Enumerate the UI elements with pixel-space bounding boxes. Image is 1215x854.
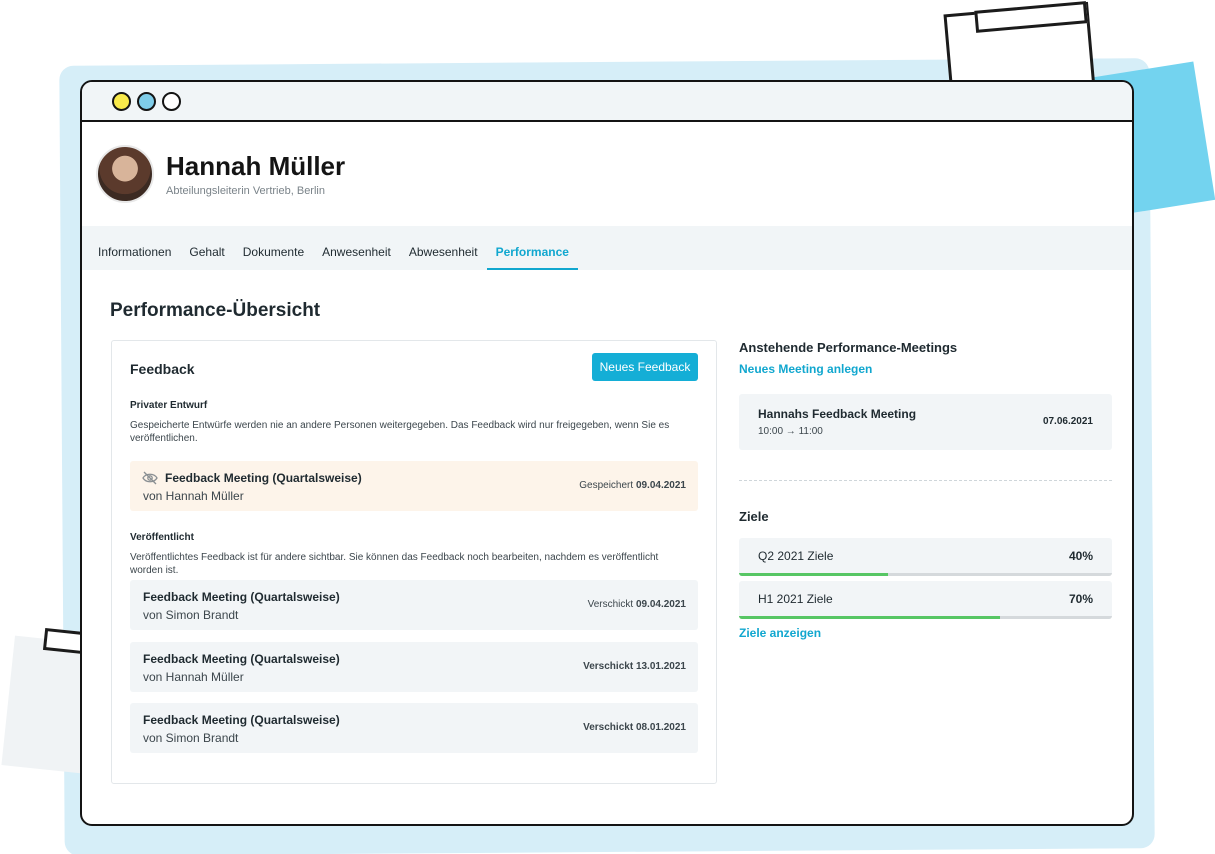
meeting-date: 07.06.2021 [1042,416,1093,427]
meetings-title: Anstehende Performance-Meetings [739,340,958,355]
feedback-item-title: Feedback Meeting (Quartalsweise) [143,590,340,604]
status-date: 09.04.2021 [635,599,686,610]
goal-percent: 70% [1068,592,1093,606]
feedback-item-status: Verschickt 08.01.2021 [583,722,686,733]
app-window: Hannah Müller Abteilungsleiterin Vertrie… [80,80,1134,826]
published-feedback-item[interactable]: Feedback Meeting (Quartalsweise) von Sim… [130,580,698,630]
goal-percent: 40% [1068,549,1093,563]
goal-progress-fill [739,616,1001,619]
status-date: 13.01.2021 [635,661,686,672]
feedback-item-author: von Simon Brandt [143,731,239,745]
meeting-time: 10:00 → 11:00 [758,426,823,437]
draft-feedback-item[interactable]: Feedback Meeting (Quartalsweise) von Han… [130,461,698,511]
goal-progress-track [739,616,1112,619]
goal-progress-fill [739,573,889,576]
profile-info: Hannah Müller Abteilungsleiterin Vertrie… [166,151,345,197]
tab-gehalt[interactable]: Gehalt [180,245,233,270]
goal-item[interactable]: Q2 2021 Ziele 40% [739,538,1112,576]
decorative-clip-left [42,627,86,655]
status-prefix: Verschickt [583,722,634,733]
feedback-title: Feedback [130,361,195,377]
meeting-card[interactable]: Hannahs Feedback Meeting 10:00 → 11:00 0… [739,394,1112,450]
feedback-card: Feedback Neues Feedback Privater Entwurf… [111,340,717,784]
status-prefix: Verschickt [583,661,634,672]
profile-header: Hannah Müller Abteilungsleiterin Vertrie… [82,122,1132,226]
goals-title: Ziele [739,509,769,524]
window-maximize-dot[interactable] [162,91,181,111]
status-prefix: Gespeichert [579,480,634,491]
new-meeting-link[interactable]: Neues Meeting anlegen [739,362,872,376]
published-feedback-item[interactable]: Feedback Meeting (Quartalsweise) von Han… [130,642,698,692]
feedback-item-author: von Hannah Müller [143,670,244,684]
tab-bar: Informationen Gehalt Dokumente Anwesenhe… [82,226,1132,270]
goal-item[interactable]: H1 2021 Ziele 70% [739,581,1112,619]
tab-informationen[interactable]: Informationen [89,245,180,270]
feedback-item-author: von Hannah Müller [143,489,244,503]
avatar [96,145,154,203]
window-close-dot[interactable] [112,91,131,111]
goal-label: Q2 2021 Ziele [758,549,834,563]
profile-subtitle: Abteilungsleiterin Vertrieb, Berlin [166,185,325,197]
status-prefix: Verschickt [587,599,634,610]
page-title: Performance-Übersicht [110,300,321,321]
goal-progress-track [739,573,1112,576]
main-content: Performance-Übersicht Feedback Neues Fee… [82,270,1132,824]
published-description: Veröffentlichtes Feedback ist für andere… [130,552,659,576]
feedback-item-title: Feedback Meeting (Quartalsweise) [165,471,362,485]
feedback-item-author: von Simon Brandt [143,608,239,622]
profile-name: Hannah Müller [166,151,346,181]
window-minimize-dot[interactable] [137,91,156,111]
feedback-item-status: Verschickt 13.01.2021 [583,661,686,672]
published-feedback-item[interactable]: Feedback Meeting (Quartalsweise) von Sim… [130,703,698,753]
section-divider [739,480,1112,481]
goal-label: H1 2021 Ziele [758,592,833,606]
feedback-item-title: Feedback Meeting (Quartalsweise) [143,713,340,727]
draft-heading: Privater Entwurf [130,400,208,411]
feedback-item-title: Feedback Meeting (Quartalsweise) [143,652,340,666]
tab-dokumente[interactable]: Dokumente [234,245,313,270]
show-goals-link[interactable]: Ziele anzeigen [739,626,821,640]
meeting-title: Hannahs Feedback Meeting [758,407,917,421]
status-date: 08.01.2021 [635,722,686,733]
window-titlebar [82,82,1132,122]
eye-off-icon [142,471,158,485]
new-feedback-button[interactable]: Neues Feedback [592,353,698,381]
tab-anwesenheit[interactable]: Anwesenheit [313,245,400,270]
published-heading: Veröffentlicht [130,532,194,543]
feedback-item-status: Gespeichert 09.04.2021 [579,480,686,491]
tab-abwesenheit[interactable]: Abwesenheit [400,245,487,270]
status-date: 09.04.2021 [635,480,686,491]
tab-performance[interactable]: Performance [486,245,578,270]
feedback-item-status: Verschickt 09.04.2021 [588,599,686,610]
draft-description: Gespeicherte Entwürfe werden nie an ande… [130,420,670,444]
